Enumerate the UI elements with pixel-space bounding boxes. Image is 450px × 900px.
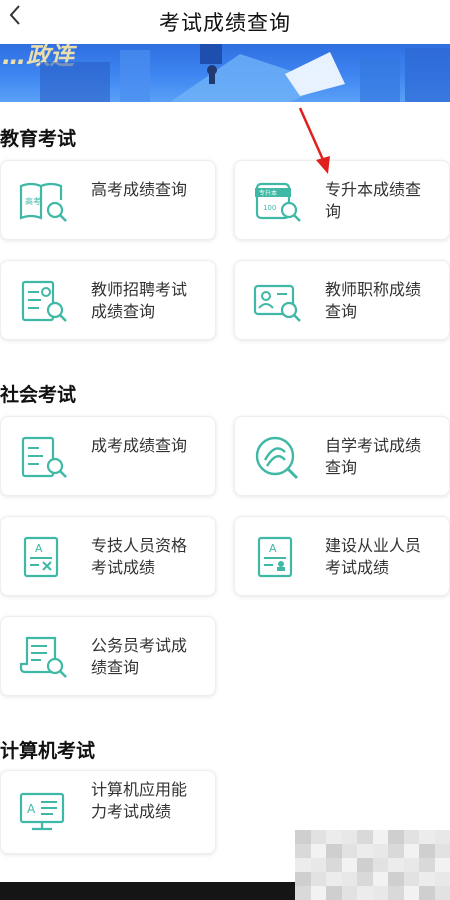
mosaic-cell (434, 830, 450, 844)
card-label: 高考成绩查询 (91, 180, 188, 199)
gaokao-book-search-icon: 高考 (19, 182, 67, 222)
mosaic-cell (357, 844, 373, 858)
mosaic-cell (295, 844, 311, 858)
exam-paper-person-icon: A (257, 536, 293, 578)
mosaic-cell (419, 830, 435, 844)
mosaic-cell (403, 844, 419, 858)
svg-text:A: A (27, 802, 36, 816)
mosaic-cell (357, 872, 373, 886)
card-teacher-title[interactable]: 教师职称成绩查询 (234, 260, 450, 340)
card-computer-application[interactable]: A 计算机应用能力考试成绩 (0, 770, 216, 854)
mosaic-cell (388, 830, 404, 844)
certificate-search-icon: 专升本 100 (255, 182, 301, 222)
scroll-search-icon (19, 636, 67, 678)
mosaic-cell (419, 872, 435, 886)
mosaic-cell (310, 886, 326, 900)
exam-paper-grade-icon: A (23, 536, 59, 578)
mosaic-cell (403, 830, 419, 844)
card-construction[interactable]: A 建设从业人员考试成绩 (234, 516, 450, 596)
computer-monitor-icon: A (19, 792, 65, 831)
card-label: 专技人员资格考试成绩 (91, 536, 188, 577)
card-professional-qualification[interactable]: A 专技人员资格考试成绩 (0, 516, 216, 596)
card-zhuanshengben[interactable]: 专升本 100 专升本成绩查询 (234, 160, 450, 240)
mosaic-cell (357, 858, 373, 872)
mosaic-cell (326, 886, 342, 900)
page-title: 考试成绩查询 (159, 11, 291, 35)
mosaic-cell (357, 830, 373, 844)
mosaic-cell (326, 872, 342, 886)
card-label: 教师职称成绩查询 (325, 280, 422, 321)
card-chengkao[interactable]: 成考成绩查询 (0, 416, 216, 496)
svg-text:A: A (269, 542, 277, 555)
mosaic-cell (388, 886, 404, 900)
svg-text:100: 100 (263, 204, 276, 212)
document-search-icon (21, 436, 67, 478)
mosaic-cell (310, 872, 326, 886)
bottom-bar (0, 882, 300, 900)
card-label: 公务员考试成绩查询 (91, 636, 188, 677)
card-label: 专升本成绩查询 (325, 180, 422, 221)
mosaic-cell (434, 844, 450, 858)
self-study-circle-icon (255, 436, 299, 480)
mosaic-cell (357, 886, 373, 900)
svg-text:高考: 高考 (25, 196, 41, 206)
mosaic-cell (326, 844, 342, 858)
mosaic-cell (388, 872, 404, 886)
mosaic-cell (326, 858, 342, 872)
section-title-social: 社会考试 (0, 384, 77, 406)
mosaic-cell (341, 830, 357, 844)
mosaic-cell (295, 830, 311, 844)
mosaic-cell (434, 886, 450, 900)
mosaic-cell (403, 858, 419, 872)
mosaic-cell (403, 872, 419, 886)
section-title-computer: 计算机考试 (0, 740, 96, 762)
mosaic-cell (372, 886, 388, 900)
mosaic-cell (310, 830, 326, 844)
mosaic-cell (419, 886, 435, 900)
svg-text:专升本: 专升本 (259, 189, 277, 197)
banner-illustration (40, 44, 450, 102)
mosaic-cell (310, 858, 326, 872)
mosaic-cell (372, 844, 388, 858)
card-label: 计算机应用能力考试成绩 (91, 780, 188, 821)
mosaic-cell (388, 844, 404, 858)
mosaic-cell (341, 886, 357, 900)
id-card-search-icon (253, 284, 301, 322)
mosaic-cell (372, 830, 388, 844)
content-area: 教育考试 高考 高考成绩查询 专升本 100 专升本成绩查询 教师招聘考试成绩查… (0, 102, 450, 882)
card-label: 教师招聘考试成绩查询 (91, 280, 188, 321)
card-label: 自学考试成绩查询 (325, 436, 422, 477)
mosaic-cell (372, 858, 388, 872)
mosaic-cell (434, 858, 450, 872)
mosaic-cell (388, 858, 404, 872)
mosaic-cell (326, 830, 342, 844)
card-gaokao[interactable]: 高考 高考成绩查询 (0, 160, 216, 240)
back-button[interactable] (0, 0, 30, 30)
mosaic-cell (295, 886, 311, 900)
mosaic-cell (341, 872, 357, 886)
blurred-watermark (295, 830, 450, 900)
mosaic-cell (372, 872, 388, 886)
mosaic-cell (341, 844, 357, 858)
banner-image[interactable]: …政连 (0, 44, 450, 102)
section-title-education: 教育考试 (0, 128, 77, 150)
card-civil-servant[interactable]: 公务员考试成绩查询 (0, 616, 216, 696)
mosaic-cell (295, 858, 311, 872)
mosaic-cell (419, 858, 435, 872)
mosaic-cell (403, 886, 419, 900)
svg-text:A: A (35, 542, 43, 555)
card-label: 建设从业人员考试成绩 (325, 536, 422, 577)
teacher-document-search-icon (21, 280, 67, 322)
chevron-left-icon (9, 5, 20, 25)
mosaic-cell (295, 872, 311, 886)
top-bar: 考试成绩查询 (0, 0, 450, 44)
mosaic-cell (419, 844, 435, 858)
card-teacher-recruit[interactable]: 教师招聘考试成绩查询 (0, 260, 216, 340)
mosaic-cell (310, 844, 326, 858)
card-label: 成考成绩查询 (91, 436, 188, 455)
mosaic-cell (341, 858, 357, 872)
mosaic-cell (434, 872, 450, 886)
card-self-study[interactable]: 自学考试成绩查询 (234, 416, 450, 496)
